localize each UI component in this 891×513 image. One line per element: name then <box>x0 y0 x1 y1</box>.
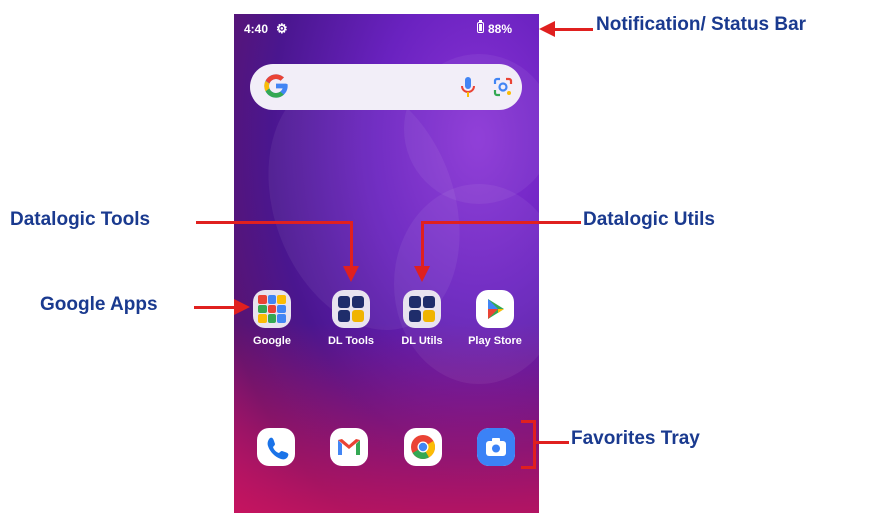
app-play-store[interactable]: Play Store <box>465 290 525 347</box>
bracket-favorites-tray <box>535 441 569 444</box>
dl-tools-folder-icon <box>332 290 370 328</box>
annotation-datalogic-tools: Datalogic Tools <box>10 209 151 230</box>
battery-percent: 88% <box>488 22 513 36</box>
google-lens-icon[interactable] <box>492 76 514 98</box>
chrome-icon[interactable] <box>404 428 442 466</box>
app-dl-utils-folder[interactable]: DL Utils <box>392 290 452 347</box>
arrow-status-bar <box>553 28 593 31</box>
camera-icon[interactable] <box>477 428 515 466</box>
phone-home-screen: 4:40 ⚙ 88% Google DL Tools DL Utils Play… <box>234 14 539 513</box>
app-label: Google <box>253 335 291 347</box>
annotation-status-bar: Notification/ Status Bar <box>596 14 807 35</box>
arrowhead <box>539 21 555 37</box>
app-label: DL Utils <box>401 335 443 347</box>
app-label: DL Tools <box>327 335 375 347</box>
app-google-folder[interactable]: Google <box>242 290 302 347</box>
arrow-datalogic-tools <box>196 221 351 224</box>
arrow-datalogic-utils <box>421 221 581 224</box>
gmail-icon[interactable] <box>330 428 368 466</box>
google-g-icon <box>264 74 288 98</box>
bracket-favorites-tray <box>521 466 535 469</box>
arrowhead <box>343 266 359 282</box>
annotation-favorites-tray: Favorites Tray <box>571 428 700 449</box>
play-store-icon <box>476 290 514 328</box>
google-folder-icon <box>253 290 291 328</box>
battery-icon <box>477 20 484 33</box>
arrow-google-apps <box>194 306 236 309</box>
status-bar[interactable]: 4:40 ⚙ 88% <box>234 14 539 42</box>
app-label: Play Store <box>468 335 522 347</box>
annotation-datalogic-utils: Datalogic Utils <box>583 209 715 230</box>
arrow-datalogic-utils <box>421 221 424 267</box>
arrow-datalogic-tools <box>350 221 353 267</box>
annotation-google-apps: Google Apps <box>40 294 158 315</box>
bracket-favorites-tray <box>533 420 536 469</box>
gear-icon: ⚙ <box>276 21 288 36</box>
status-time: 4:40 <box>244 22 269 36</box>
arrowhead <box>414 266 430 282</box>
google-search-bar[interactable] <box>250 64 522 110</box>
dl-utils-folder-icon <box>403 290 441 328</box>
app-dl-tools-folder[interactable]: DL Tools <box>321 290 381 347</box>
mic-icon[interactable] <box>458 75 478 99</box>
arrowhead <box>234 299 250 315</box>
bracket-favorites-tray <box>521 420 535 423</box>
phone-icon[interactable] <box>257 428 295 466</box>
